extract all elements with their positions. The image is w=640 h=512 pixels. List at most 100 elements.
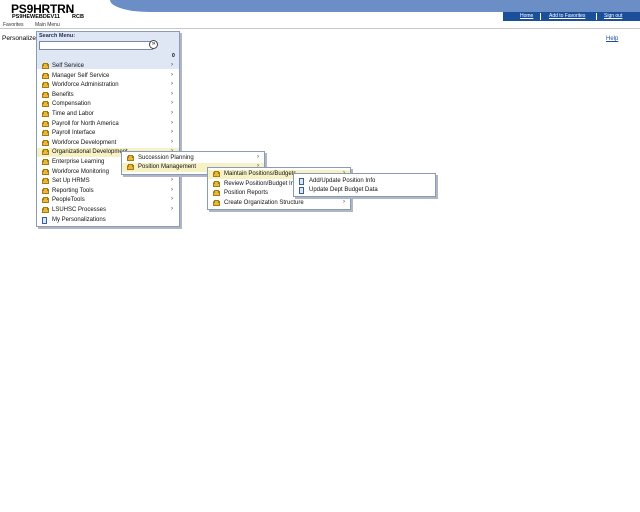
folder-icon <box>213 171 220 177</box>
folder-icon <box>127 164 134 171</box>
menu-item-manager-self-service[interactable]: Manager Self Service › <box>37 72 179 81</box>
chevron-right-icon: › <box>171 81 173 88</box>
database-name: PS9HEWEBDEV11 <box>12 14 60 20</box>
menu-item-label: Set Up HRMS <box>52 178 90 185</box>
menu-item-compensation[interactable]: Compensation › <box>37 100 179 109</box>
header-link-divider <box>596 13 597 20</box>
menu-item-payroll-interface[interactable]: Payroll Interface › <box>37 129 179 138</box>
document-icon <box>299 178 304 185</box>
header-links: Home Add to Favorites Sign out <box>503 12 640 21</box>
menu-item-update-dept-budget-data[interactable]: Update Dept Budget Data <box>294 186 435 195</box>
sort-icon[interactable]: 0 <box>172 53 175 59</box>
folder-icon <box>42 197 49 204</box>
menu-bar: Favorites Main Menu <box>0 22 640 29</box>
menu-item-succession-planning[interactable]: Succession Planning › <box>122 154 264 163</box>
chevron-right-icon: › <box>343 198 345 205</box>
menu-item-peopletools[interactable]: PeopleTools › <box>37 196 179 205</box>
header-bar: PS9HRTRN 8.50 PS9HEWEBDEV11 RCB Home Add… <box>0 0 640 22</box>
folder-icon <box>42 101 49 108</box>
chevron-right-icon: › <box>171 62 173 68</box>
folder-icon <box>42 207 49 213</box>
menu-item-workforce-administration[interactable]: Workforce Administration › <box>37 81 179 90</box>
add-to-favorites-link[interactable]: Add to Favorites <box>549 13 585 19</box>
chevron-right-icon: › <box>171 138 173 145</box>
menu-item-label: Benefits <box>52 91 74 98</box>
folder-icon <box>42 63 49 69</box>
menu-item-reporting-tools[interactable]: Reporting Tools › <box>37 187 179 196</box>
main-menu-dropdown: Search Menu: 0 Self Service › Manager Self… <box>36 31 180 227</box>
folder-icon <box>42 159 49 165</box>
menu-item-my-personalizations[interactable]: My Personalizations <box>37 216 179 225</box>
menu-item-label: Succession Planning <box>138 155 194 161</box>
menu-item-create-organization-structure[interactable]: Create Organization Structure › <box>208 199 350 208</box>
folder-icon <box>42 130 49 137</box>
chevron-right-icon: › <box>171 71 173 78</box>
folder-icon <box>42 120 49 127</box>
user-id: RCB <box>72 14 84 20</box>
chevron-right-icon: › <box>171 100 173 107</box>
menu-item-payroll-for-north-america[interactable]: Payroll for North America › <box>37 120 179 129</box>
folder-icon <box>42 82 49 89</box>
folder-icon <box>42 139 49 146</box>
document-icon <box>42 216 47 224</box>
menu-item-label: My Personalizations <box>52 216 106 223</box>
folder-icon <box>42 91 49 98</box>
search-menu-input[interactable] <box>39 41 153 50</box>
home-link[interactable]: Home <box>520 13 533 19</box>
menu-item-label: Position Management <box>138 164 197 171</box>
search-go-button[interactable]: » <box>149 40 158 49</box>
menu-item-label: Add/Update Position Info <box>309 178 376 184</box>
folder-icon <box>42 168 49 175</box>
menu-item-label: PeopleTools <box>52 197 85 204</box>
header-banner <box>110 0 640 12</box>
folder-icon <box>213 180 220 187</box>
chevron-right-icon: › <box>171 177 173 184</box>
chevron-right-icon: › <box>257 154 259 160</box>
folder-icon <box>42 187 49 194</box>
menu-item-label: Review Position/Budget Info <box>224 180 300 187</box>
menu-item-lsuhsc-processes[interactable]: LSUHSC Processes › <box>37 206 179 215</box>
menu-item-label: Workforce Administration <box>52 82 119 89</box>
chevron-right-icon: › <box>171 90 173 97</box>
menu-item-label: Update Dept Budget Data <box>309 187 378 194</box>
sign-out-link[interactable]: Sign out <box>604 13 622 19</box>
chevron-right-icon: › <box>171 129 173 136</box>
document-icon <box>299 187 304 195</box>
folder-icon <box>42 178 49 185</box>
menu-item-add-update-position-info[interactable]: Add/Update Position Info <box>294 177 435 186</box>
folder-icon <box>42 72 49 79</box>
chevron-right-icon: › <box>171 206 173 212</box>
menu-item-label: Manager Self Service <box>52 72 110 79</box>
menu-item-label: Enterprise Learning <box>52 159 105 165</box>
menu-item-label: Maintain Positions/Budgets <box>224 171 297 177</box>
folder-icon <box>213 190 220 196</box>
personalize-label[interactable]: Personalize <box>2 35 36 42</box>
menu-item-label: Position Reports <box>224 190 269 196</box>
menu-item-label: Payroll for North America <box>52 120 119 127</box>
maintain-positions-budgets-submenu: Add/Update Position Info Update Dept Budg… <box>293 173 436 197</box>
menu-item-benefits[interactable]: Benefits › <box>37 91 179 100</box>
menu-item-label: LSUHSC Processes <box>52 207 107 213</box>
menu-item-label: Time and Labor <box>52 111 94 117</box>
chevron-right-icon: › <box>171 186 173 193</box>
menu-item-workforce-development[interactable]: Workforce Development › <box>37 139 179 148</box>
help-link[interactable]: Help <box>606 36 618 42</box>
menu-item-label: Create Organization Structure <box>224 199 304 206</box>
folder-icon <box>127 155 134 161</box>
menu-item-label: Compensation <box>52 101 91 108</box>
folder-icon <box>42 111 49 117</box>
folder-icon <box>213 199 220 206</box>
menu-item-self-service[interactable]: Self Service › <box>37 62 179 71</box>
menu-item-time-and-labor[interactable]: Time and Labor › <box>37 110 179 119</box>
chevron-right-icon: › <box>171 196 173 203</box>
header-link-divider <box>540 13 541 20</box>
favorites-menu[interactable]: Favorites <box>3 22 24 28</box>
chevron-right-icon: › <box>171 110 173 116</box>
search-menu-title: Search Menu: <box>39 33 76 39</box>
menu-item-label: Reporting Tools <box>52 187 94 194</box>
app-version: 8.50 <box>66 8 74 13</box>
menu-item-label: Organizational Development <box>52 149 128 156</box>
menu-item-label: Self Service <box>52 63 85 69</box>
main-menu-button[interactable]: Main Menu <box>35 22 60 28</box>
menu-item-set-up-hrms[interactable]: Set Up HRMS › <box>37 177 179 186</box>
